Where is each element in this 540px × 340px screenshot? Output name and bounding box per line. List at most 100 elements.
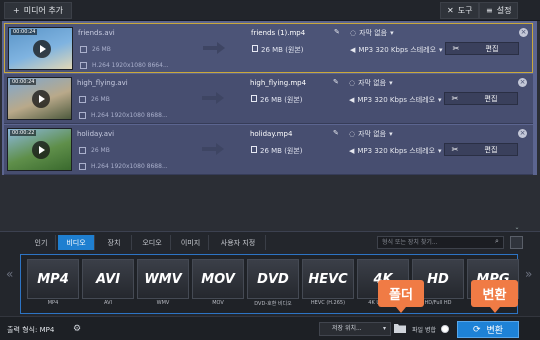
device-detect-icon[interactable] — [510, 236, 523, 249]
video-thumbnail[interactable]: 00:00:24 — [7, 77, 72, 120]
duration-label: 00:00:24 — [10, 79, 37, 85]
tools-button[interactable]: ✕ 도구 — [440, 2, 480, 19]
plus-icon: + — [13, 6, 20, 15]
convert-label: 변환 — [486, 326, 504, 336]
rename-pencil-icon[interactable]: ✎ — [333, 78, 339, 86]
tools-icon: ✕ — [447, 6, 454, 15]
edit-label: 편집 — [485, 44, 499, 53]
rename-pencil-icon[interactable]: ✎ — [333, 129, 339, 137]
format-logo: HEVC — [302, 259, 354, 299]
subtitle-icon: ◌ — [350, 29, 357, 37]
folder-icon[interactable] — [394, 323, 406, 333]
remove-file-icon[interactable]: × — [518, 78, 527, 87]
scroll-left-icon[interactable]: « — [6, 267, 13, 281]
source-file-size: 26 MB — [91, 147, 110, 154]
merge-files-toggle[interactable] — [441, 325, 449, 333]
folder-callout-label: 폴더 — [389, 288, 413, 303]
audio-dropdown[interactable]: ◀ MP3 320 Kbps 스테레오 ▾ — [350, 45, 443, 55]
settings-button[interactable]: ≡ 설정 — [479, 2, 519, 19]
edit-label: 편집 — [484, 94, 498, 103]
format-tab[interactable]: 비디오 — [58, 235, 95, 250]
arrow-right-icon — [202, 143, 224, 155]
format-caption: MOV — [212, 300, 224, 306]
output-file-name: friends (1).mp4 — [251, 29, 306, 37]
save-to-dropdown[interactable]: 저장 위치... ▾ — [319, 322, 391, 336]
format-logo: AVI — [82, 259, 134, 299]
duration-label: 00:00:22 — [10, 130, 37, 136]
video-thumbnail[interactable]: 00:00:24 — [8, 27, 73, 70]
subtitle-label: 자막 없음 — [358, 79, 387, 87]
arrow-right-icon — [202, 92, 224, 104]
convert-button[interactable]: ⟳ 변환 — [457, 321, 519, 338]
chevron-down-icon: ▾ — [439, 46, 443, 54]
format-tab[interactable]: 오디오 — [134, 235, 171, 250]
format-tab[interactable]: 이미지 — [173, 235, 209, 250]
format-logo: MP4 — [27, 259, 79, 299]
audio-dropdown[interactable]: ◀ MP3 320 Kbps 스테레오 ▾ — [349, 95, 442, 105]
format-caption: AVI — [104, 300, 112, 306]
format-caption: DVD-호환 비디오 — [254, 301, 292, 307]
format-tab[interactable]: 인기 — [27, 235, 56, 250]
play-icon[interactable] — [32, 141, 50, 159]
source-file-name: friends.avi — [78, 29, 115, 37]
play-icon[interactable] — [33, 40, 51, 58]
add-media-label: 미디어 추가 — [23, 6, 64, 15]
edit-label: 편집 — [484, 145, 498, 154]
output-file-size: 26 MB (원본) — [261, 46, 304, 54]
folder-callout: 폴더 — [378, 280, 424, 313]
format-tile[interactable]: WMV WMV — [137, 259, 189, 310]
format-tab[interactable]: 사용자 지정 — [211, 235, 266, 250]
rename-pencil-icon[interactable]: ✎ — [334, 28, 340, 36]
search-icon[interactable]: ⌕ — [495, 237, 499, 246]
play-icon[interactable] — [32, 90, 50, 108]
subtitle-dropdown[interactable]: ◌ 자막 없음 ▾ — [349, 78, 393, 88]
format-tile[interactable]: MOV MOV — [192, 259, 244, 310]
format-tile[interactable]: AVI AVI — [82, 259, 134, 310]
format-tile[interactable]: DVD DVD-호환 비디오 — [247, 259, 299, 310]
file-row[interactable]: 00:00:22 holiday.avi 26 MB H.264 1920x10… — [4, 125, 533, 175]
chevron-down-icon: ▾ — [389, 79, 393, 87]
bottom-bar: 출력 형식: MP4 ⚙ 저장 위치... ▾ 파일 병합 ⟳ 변환 — [0, 316, 540, 340]
format-logo-text: HEVC — [308, 271, 348, 287]
subtitle-dropdown[interactable]: ◌ 자막 없음 ▾ — [349, 129, 393, 139]
drive-icon — [251, 95, 257, 102]
drive-icon — [251, 146, 257, 153]
video-thumbnail[interactable]: 00:00:22 — [7, 128, 72, 171]
edit-button[interactable]: ✂ 편집 — [444, 143, 518, 156]
format-tile[interactable]: HEVC HEVC (H.265) — [302, 259, 354, 310]
format-tile[interactable]: MP4 MP4 — [27, 259, 79, 310]
subtitle-label: 자막 없음 — [359, 29, 388, 37]
add-media-button[interactable]: + 미디어 추가 — [4, 2, 73, 19]
chevron-down-icon: ▾ — [438, 96, 442, 104]
collapse-icon[interactable]: ⌄ — [511, 224, 523, 231]
duration-label: 00:00:24 — [11, 29, 38, 35]
top-toolbar: + 미디어 추가 ✕ 도구 ≡ 설정 — [0, 0, 540, 21]
file-row[interactable]: 00:00:24 friends.avi 26 MB H.264 1920x10… — [4, 23, 533, 73]
arrow-right-icon — [203, 42, 225, 54]
format-logo-text: MP4 — [37, 271, 69, 287]
gear-icon[interactable]: ⚙ — [73, 324, 81, 334]
format-caption: MP4 — [47, 300, 59, 306]
audio-dropdown[interactable]: ◀ MP3 320 Kbps 스테레오 ▾ — [349, 146, 442, 156]
subtitle-icon: ◌ — [349, 130, 356, 138]
convert-callout: 변환 — [471, 280, 518, 313]
format-search-input[interactable]: 형식 또는 장치 찾기... — [377, 236, 504, 249]
format-gallery: « MP4 MP4 AVI AVI WMV WMV MOV MOV DVD DV… — [0, 251, 540, 316]
remove-file-icon[interactable]: × — [518, 129, 527, 138]
subtitle-label: 자막 없음 — [358, 130, 387, 138]
format-logo-text: WMV — [144, 271, 182, 287]
refresh-icon: ⟳ — [472, 324, 481, 335]
video-info-icon — [80, 62, 87, 69]
format-tab[interactable]: 장치 — [97, 235, 132, 250]
file-row[interactable]: 00:00:24 high_flying.avi 26 MB H.264 192… — [4, 74, 533, 124]
subtitle-dropdown[interactable]: ◌ 자막 없음 ▾ — [350, 28, 394, 38]
audio-label: MP3 320 Kbps 스테레오 — [357, 147, 436, 155]
speaker-icon: ◀ — [349, 96, 355, 104]
format-logo-text: DVD — [257, 271, 289, 287]
remove-file-icon[interactable]: × — [519, 28, 528, 37]
scroll-right-icon[interactable]: » — [525, 267, 532, 281]
format-logo: DVD — [247, 259, 299, 299]
edit-button[interactable]: ✂ 편집 — [445, 42, 519, 55]
output-file-name: high_flying.mp4 — [250, 79, 307, 87]
edit-button[interactable]: ✂ 편집 — [444, 92, 518, 105]
